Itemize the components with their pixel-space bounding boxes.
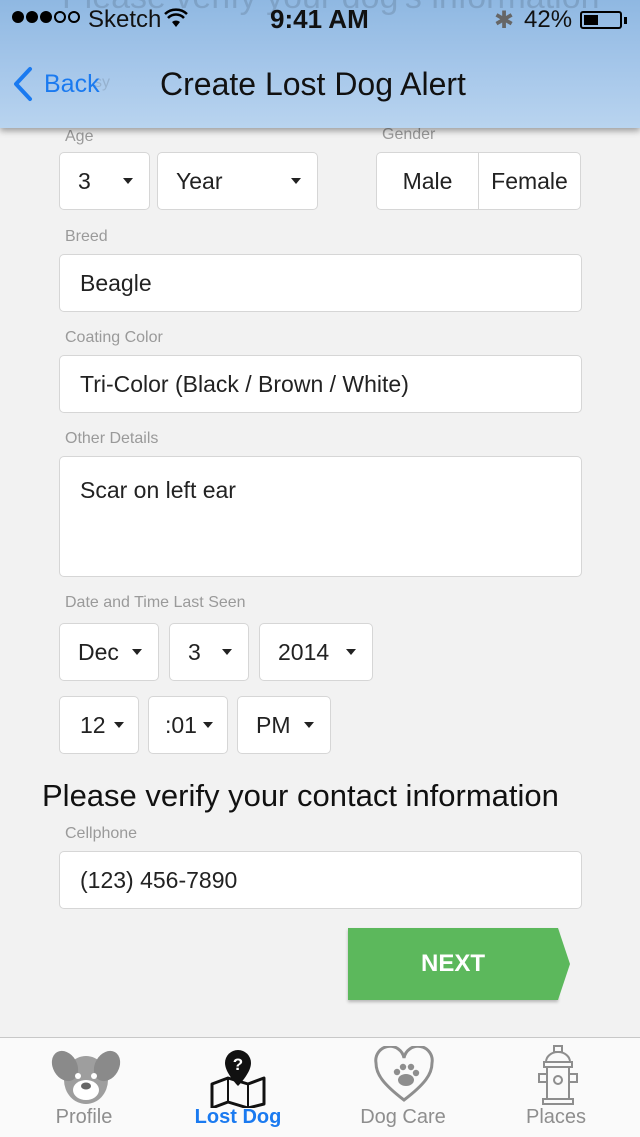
- gender-female-option[interactable]: Female: [478, 153, 580, 209]
- day-select[interactable]: 3: [169, 623, 249, 681]
- svg-text:?: ?: [233, 1055, 243, 1074]
- cellphone-label: Cellphone: [65, 825, 138, 842]
- tab-dog-care[interactable]: Dog Care: [323, 1038, 483, 1137]
- fire-hydrant-icon: [538, 1045, 578, 1105]
- dropdown-caret-icon: [132, 649, 142, 655]
- dropdown-caret-icon: [222, 649, 232, 655]
- battery-icon: [580, 11, 622, 29]
- tab-profile[interactable]: Profile: [4, 1038, 164, 1137]
- dropdown-caret-icon: [304, 722, 314, 728]
- tab-label: Dog Care: [360, 1106, 446, 1128]
- gender-male-option[interactable]: Male: [377, 153, 478, 209]
- dropdown-caret-icon: [346, 649, 356, 655]
- coating-color-label: Coating Color: [65, 329, 163, 346]
- contact-section-title: Please verify your contact information: [42, 778, 559, 813]
- month-select[interactable]: Dec: [59, 623, 159, 681]
- breed-field[interactable]: Beagle: [59, 254, 582, 312]
- lost-dog-map-icon: ?: [210, 1050, 266, 1108]
- back-button[interactable]: Back: [12, 66, 100, 102]
- status-bar: Sketch 9:41 AM ✱ 42%: [0, 4, 640, 36]
- tab-bar: Profile ? Lost Dog Dog Care Places: [0, 1037, 640, 1137]
- battery-percent: 42%: [524, 6, 573, 33]
- coating-color-field[interactable]: Tri-Color (Black / Brown / White): [59, 355, 582, 413]
- tab-label: Places: [525, 1106, 587, 1128]
- dropdown-caret-icon: [114, 722, 124, 728]
- dropdown-caret-icon: [123, 178, 133, 184]
- tab-label: Lost Dog: [194, 1106, 282, 1128]
- signal-icon: [12, 11, 80, 23]
- gender-label: Gender: [382, 126, 436, 143]
- next-button-arrow: [558, 928, 570, 1000]
- cellphone-field[interactable]: (123) 456-7890: [59, 851, 582, 909]
- page-title: Create Lost Dog Alert: [160, 66, 466, 102]
- dropdown-caret-icon: [203, 722, 213, 728]
- nav-header: Please verify your dog's information sy …: [0, 0, 640, 128]
- year-select[interactable]: 2014: [259, 623, 373, 681]
- hour-select[interactable]: 12: [59, 696, 139, 754]
- status-time: 9:41 AM: [270, 4, 369, 34]
- carrier-name: Sketch: [88, 6, 162, 33]
- dog-face-icon: [51, 1050, 121, 1104]
- breed-label: Breed: [65, 228, 108, 245]
- tab-places[interactable]: Places: [476, 1038, 636, 1137]
- chevron-left-icon: [14, 67, 32, 101]
- tab-lost-dog[interactable]: ? Lost Dog: [158, 1038, 318, 1137]
- wifi-icon: [164, 8, 188, 27]
- age-unit-select[interactable]: Year: [157, 152, 318, 210]
- heart-paw-icon: [374, 1046, 434, 1102]
- tab-label: Profile: [55, 1106, 113, 1128]
- age-label: Age: [65, 128, 94, 145]
- date-time-label: Date and Time Last Seen: [65, 594, 246, 611]
- back-label: Back: [44, 69, 100, 98]
- gender-segmented-control: Male Female: [376, 152, 581, 210]
- ampm-select[interactable]: PM: [237, 696, 331, 754]
- other-details-textarea[interactable]: Scar on left ear: [59, 456, 582, 577]
- next-button[interactable]: NEXT: [348, 928, 558, 1000]
- bluetooth-icon: ✱: [494, 7, 515, 34]
- dropdown-caret-icon: [291, 178, 301, 184]
- age-select[interactable]: 3: [59, 152, 150, 210]
- minute-select[interactable]: :01: [148, 696, 228, 754]
- other-details-label: Other Details: [65, 430, 159, 447]
- battery-tip: [624, 17, 627, 24]
